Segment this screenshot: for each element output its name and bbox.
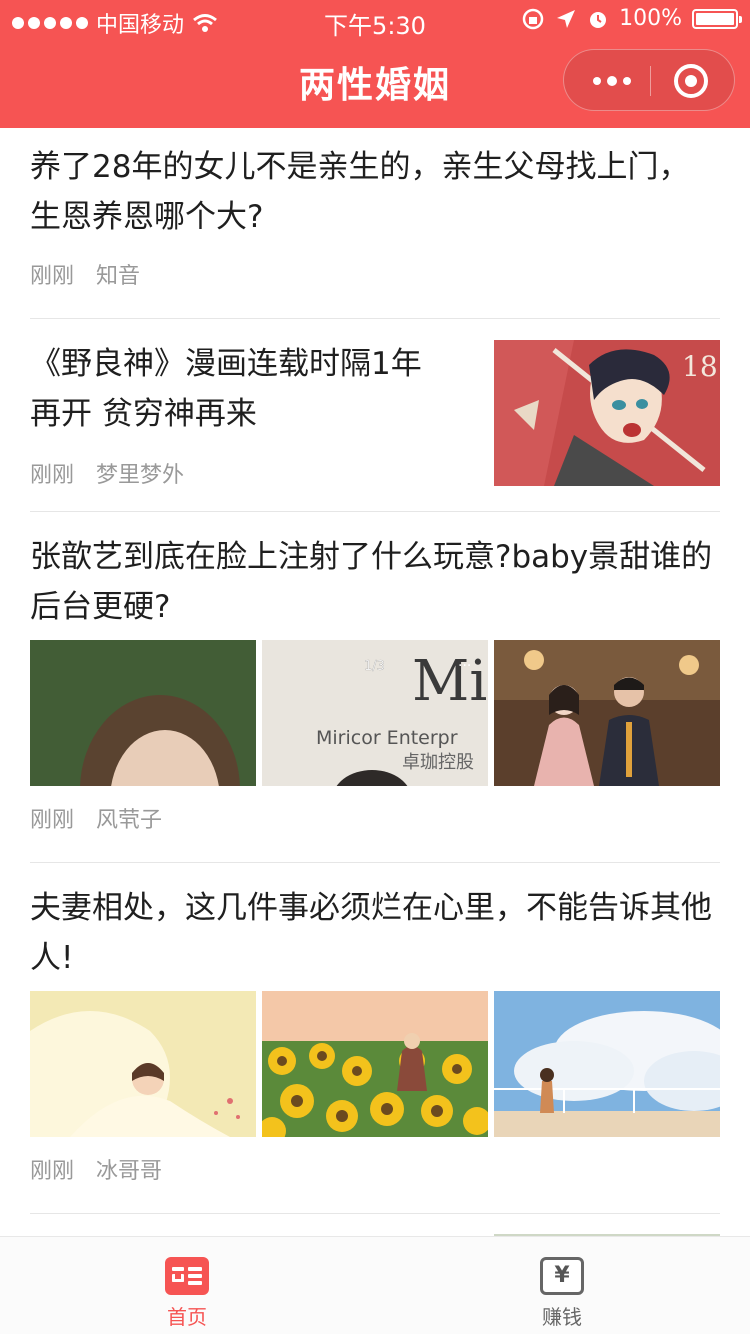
bottom-tab-bar: 首页 ¥ 赚钱 — [0, 1236, 750, 1334]
article-thumbnail[interactable] — [494, 991, 720, 1137]
article-author: 冰哥哥 — [96, 1159, 163, 1184]
article-item[interactable]: 张歆艺到底在脸上注射了什么玩意?baby景甜谁的后台更硬? Mi Miricor… — [30, 512, 720, 863]
image-page-indicator: 1/3 — [364, 659, 385, 674]
article-headline: 夫妻相处，这几件事必须烂在心里，不能告诉其他人! — [30, 890, 712, 976]
battery-percent: 100% — [619, 6, 682, 31]
battery-icon — [692, 8, 742, 29]
image-more-icon: ··· — [458, 658, 471, 674]
article-author: 梦里梦外 — [96, 463, 185, 488]
article-time: 刚刚 — [30, 264, 75, 289]
sky-illustration — [494, 991, 720, 1137]
tab-earn[interactable]: ¥ 赚钱 — [502, 1257, 622, 1330]
sign-english-text: Miricor Enterpr — [316, 727, 458, 749]
article-time: 刚刚 — [30, 1159, 75, 1184]
article-thumbnail[interactable] — [262, 991, 488, 1137]
article-meta: 刚刚 知音 — [30, 258, 140, 290]
manga-illustration: 18 — [494, 340, 720, 486]
sign-chinese-text: 卓珈控股 — [402, 752, 474, 773]
article-thumbnail[interactable] — [30, 991, 256, 1137]
orientation-lock-icon — [522, 8, 544, 29]
article-thumbnail[interactable] — [30, 640, 256, 786]
article-headline: 养了28年的女儿不是亲生的，亲生父母找上门，生恩养恩哪个大? — [30, 149, 690, 235]
bride-illustration — [30, 991, 256, 1137]
article-item[interactable]: 夫妻相处，这几件事必须烂在心里，不能告诉其他人! 刚刚 冰哥哥 — [30, 863, 720, 1214]
sunflower-illustration — [262, 991, 488, 1137]
more-options-button[interactable] — [586, 64, 638, 98]
location-arrow-icon — [557, 9, 576, 28]
article-meta: 刚刚 梦里梦外 — [30, 457, 184, 489]
article-author: 风茕子 — [96, 808, 163, 833]
tab-home[interactable]: 首页 — [127, 1257, 247, 1330]
article-thumbnail[interactable]: 18 — [494, 340, 720, 486]
couple-photo-image — [494, 640, 720, 786]
alarm-icon — [590, 11, 607, 28]
manga-volume-number: 18 — [682, 350, 718, 383]
svg-text:Mi: Mi — [412, 649, 487, 714]
article-meta: 刚刚 冰哥哥 — [30, 1153, 162, 1185]
tab-earn-label: 赚钱 — [542, 1305, 582, 1329]
article-item[interactable]: 《野良神》漫画连载时隔1年再开 贫穷神再来 刚刚 梦里梦外 18 — [30, 319, 720, 512]
capsule-divider — [650, 66, 651, 96]
article-time: 刚刚 — [30, 808, 75, 833]
article-item[interactable]: 养了28年的女儿不是亲生的，亲生父母找上门，生恩养恩哪个大? 刚刚 知音 — [30, 128, 720, 319]
company-sign-image: Mi Miricor Enterpr 卓珈控股 1/3 ··· — [262, 640, 488, 786]
article-time: 刚刚 — [30, 463, 75, 488]
article-feed: 养了28年的女儿不是亲生的，亲生父母找上门，生恩养恩哪个大? 刚刚 知音 《野良… — [0, 128, 750, 1236]
article-thumbnail-row: Mi Miricor Enterpr 卓珈控股 1/3 ··· — [30, 640, 720, 786]
top-bar: 中国移动 下午5:30 100% 两性婚姻 — [0, 0, 750, 128]
portrait-image — [30, 640, 256, 786]
miniprogram-capsule — [563, 49, 735, 111]
article-thumbnail[interactable]: Mi Miricor Enterpr 卓珈控股 1/3 ··· — [262, 640, 488, 786]
article-thumbnail-row — [30, 991, 720, 1137]
article-meta: 刚刚 风茕子 — [30, 802, 162, 834]
article-headline: 张歆艺到底在脸上注射了什么玩意?baby景甜谁的后台更硬? — [30, 539, 713, 625]
tab-home-label: 首页 — [167, 1305, 207, 1329]
article-headline: 《野良神》漫画连载时隔1年再开 贫穷神再来 — [30, 346, 422, 432]
status-bar: 中国移动 下午5:30 100% — [0, 0, 750, 40]
yuan-icon: ¥ — [540, 1257, 584, 1295]
home-icon — [165, 1257, 209, 1295]
more-dots-icon — [593, 77, 601, 85]
article-author: 知音 — [96, 264, 141, 289]
article-thumbnail[interactable] — [494, 640, 720, 786]
close-miniprogram-button[interactable] — [674, 64, 708, 98]
